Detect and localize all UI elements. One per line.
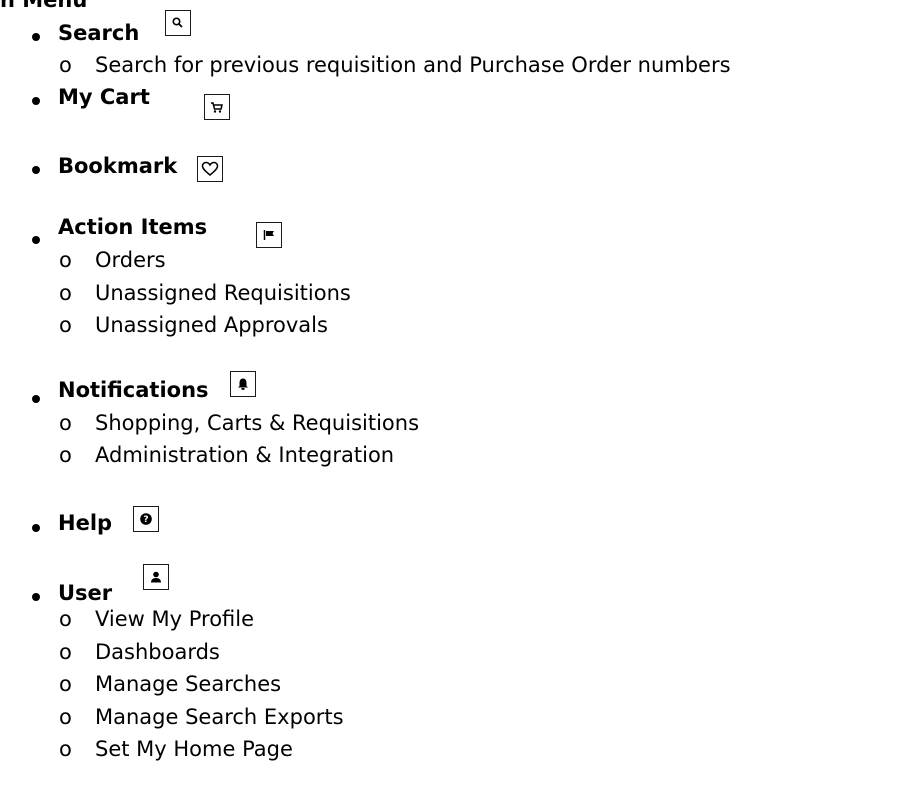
sub-item-label: Shopping, Carts & Requisitions <box>95 411 420 435</box>
menu-item-label: Action Items <box>58 215 208 239</box>
sub-item-label: Orders <box>95 248 166 272</box>
sub-item-label: Manage Search Exports <box>95 705 344 729</box>
sub-item: o Shopping, Carts & Requisitions <box>59 411 419 436</box>
sub-item-label: Set My Home Page <box>95 737 293 761</box>
bullet <box>32 97 40 105</box>
sub-item-label: Search for previous requisition and Purc… <box>95 53 731 77</box>
bullet <box>32 33 40 41</box>
bullet <box>32 395 40 403</box>
heart-icon <box>197 156 223 182</box>
sub-item-label: Manage Searches <box>95 672 282 696</box>
sub-marker: o <box>59 607 72 631</box>
bullet <box>32 524 40 532</box>
sub-item: o Unassigned Approvals <box>59 313 328 338</box>
sub-item-label: Dashboards <box>95 640 220 664</box>
sub-marker: o <box>59 443 72 467</box>
sub-item: o View My Profile <box>59 607 254 632</box>
document-page: n Menu Search o Search for previous requi… <box>0 0 918 788</box>
sub-marker: o <box>59 281 72 305</box>
sub-marker: o <box>59 705 72 729</box>
sub-marker: o <box>59 411 72 435</box>
menu-item-label: Help <box>58 511 113 535</box>
sub-item: o Set My Home Page <box>59 737 293 762</box>
flag-icon <box>256 222 282 248</box>
user-icon <box>143 564 169 590</box>
sub-item: o Orders <box>59 248 166 273</box>
cart-icon <box>204 94 230 120</box>
sub-item: o Manage Search Exports <box>59 705 344 730</box>
bullet <box>32 593 40 601</box>
sub-item: o Unassigned Requisitions <box>59 281 351 306</box>
menu-item-label: Bookmark <box>58 154 178 178</box>
search-icon <box>165 10 191 36</box>
menu-item-label: Search <box>58 21 140 45</box>
menu-item-label: My Cart <box>58 85 150 109</box>
svg-text:?: ? <box>143 515 148 525</box>
bullet <box>32 166 40 174</box>
sub-marker: o <box>59 640 72 664</box>
sub-item: o Administration & Integration <box>59 443 394 468</box>
sub-marker: o <box>59 672 72 696</box>
bell-icon <box>230 371 256 397</box>
sub-marker: o <box>59 313 72 337</box>
sub-marker: o <box>59 737 72 761</box>
bullet <box>32 236 40 244</box>
sub-item-label: Unassigned Approvals <box>95 313 328 337</box>
sub-item-label: Unassigned Requisitions <box>95 281 351 305</box>
page-title: n Menu <box>0 0 88 12</box>
sub-item: o Dashboards <box>59 640 220 665</box>
sub-item-label: Administration & Integration <box>95 443 395 467</box>
menu-item-label: User <box>58 581 113 605</box>
sub-item-label: View My Profile <box>95 607 255 631</box>
sub-marker: o <box>59 248 72 272</box>
sub-item: o Manage Searches <box>59 672 281 697</box>
sub-item: o Search for previous requisition and Pur… <box>59 53 731 78</box>
help-icon: ? <box>133 506 159 532</box>
menu-item-label: Notifications <box>58 378 209 402</box>
sub-marker: o <box>59 53 72 77</box>
